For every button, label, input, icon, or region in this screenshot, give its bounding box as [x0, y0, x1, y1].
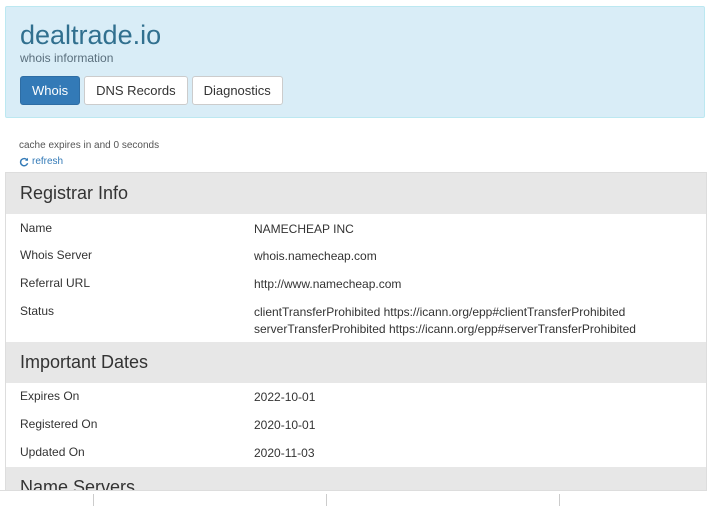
row-name: Name NAMECHEAP INC [6, 221, 706, 248]
cache-status: cache expires in and 0 seconds [19, 140, 160, 151]
row-value: clientTransferProhibited https://icann.o… [254, 304, 636, 338]
row-status: Status clientTransferProhibited https://… [6, 304, 706, 342]
row-key: Whois Server [20, 248, 93, 262]
divider [559, 494, 560, 506]
domain-title: dealtrade.io [20, 20, 162, 50]
row-value: whois.namecheap.com [254, 249, 377, 263]
row-key: Referral URL [20, 276, 91, 290]
row-key: Status [20, 304, 55, 318]
row-value: 2020-11-03 [254, 446, 315, 460]
row-referral-url: Referral URL http://www.namecheap.com [6, 276, 706, 304]
row-whois-server: Whois Server whois.namecheap.com [6, 248, 706, 276]
tab-diagnostics[interactable]: Diagnostics [191, 76, 283, 105]
divider [0, 490, 707, 491]
row-key: Updated On [20, 445, 85, 459]
status-line: clientTransferProhibited https://icann.o… [254, 305, 626, 319]
divider [93, 494, 94, 506]
tab-dns-records[interactable]: DNS Records [84, 76, 188, 105]
row-value: http://www.namecheap.com [254, 277, 402, 291]
row-value: 2022-10-01 [254, 390, 316, 404]
tab-whois[interactable]: Whois [20, 76, 81, 105]
row-value: NAMECHEAP INC [254, 222, 354, 236]
row-key: Name [20, 221, 53, 235]
header-panel: dealtrade.io whois information Whois DNS… [5, 6, 705, 118]
section-name-servers: Name Servers [6, 467, 706, 490]
row-value: 2020-10-01 [254, 418, 316, 432]
refresh-icon [19, 157, 29, 166]
tab-bar: Whois DNS Records Diagnostics [20, 76, 283, 105]
page-subtitle: whois information [20, 51, 114, 65]
status-line: serverTransferProhibited https://icann.o… [254, 322, 636, 336]
row-registered-on: Registered On 2020-10-01 [6, 417, 706, 445]
refresh-link[interactable]: refresh [19, 156, 63, 167]
divider [326, 494, 327, 506]
row-key: Expires On [20, 389, 80, 403]
whois-panel: Registrar Info Name NAMECHEAP INC Whois … [5, 172, 707, 490]
refresh-label: refresh [32, 156, 64, 167]
row-key: Registered On [20, 417, 98, 431]
section-important-dates: Important Dates [6, 342, 706, 383]
section-registrar-info: Registrar Info [6, 173, 706, 214]
row-expires-on: Expires On 2022-10-01 [6, 389, 706, 417]
row-updated-on: Updated On 2020-11-03 [6, 445, 706, 467]
